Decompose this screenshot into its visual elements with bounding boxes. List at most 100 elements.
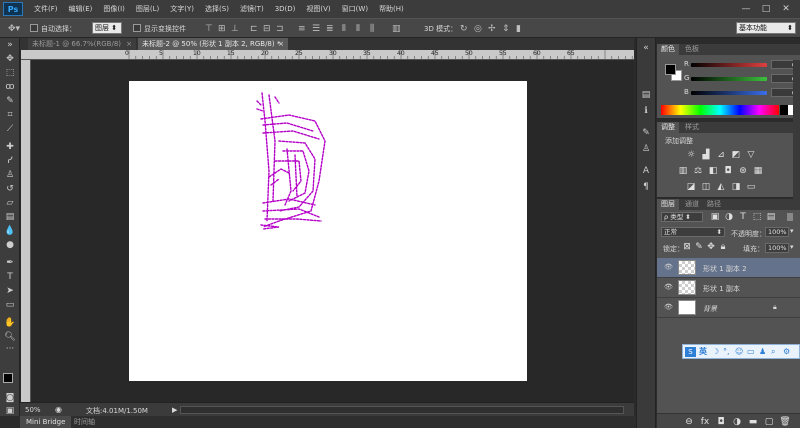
curves-icon[interactable]: ⊿ xyxy=(715,150,727,160)
distribute-vcenter-icon[interactable]: ☰ xyxy=(312,24,320,34)
minimize-button[interactable]: — xyxy=(738,3,754,15)
gradient-map-icon[interactable]: ▭ xyxy=(745,182,757,192)
align-vcenter-icon[interactable]: ⊞ xyxy=(218,24,226,34)
color-balance-icon[interactable]: ⚖ xyxy=(692,166,704,176)
align-bottom-icon[interactable]: ⊥ xyxy=(231,24,239,34)
screen-mode-icon[interactable]: ▣ xyxy=(3,406,17,417)
quick-mask-icon[interactable]: ◙ xyxy=(3,393,17,404)
menu-type[interactable]: 文字(Y) xyxy=(170,4,194,14)
3d-roll-icon[interactable]: ◎ xyxy=(474,24,482,34)
collapse-toolbox-icon[interactable]: » xyxy=(3,40,17,51)
properties-panel-icon[interactable]: ℹ xyxy=(639,106,653,117)
levels-icon[interactable]: ▟ xyxy=(700,150,712,160)
filter-pixel-icon[interactable]: ▣ xyxy=(709,212,721,222)
paragraph-panel-icon[interactable]: ¶ xyxy=(639,182,653,193)
eraser-tool-icon[interactable]: ▱ xyxy=(3,198,17,209)
show-transform-checkbox[interactable] xyxy=(133,24,141,32)
channel-g-slider[interactable] xyxy=(691,77,767,81)
collapse-panels-icon[interactable]: « xyxy=(639,43,653,54)
menu-help[interactable]: 帮助(H) xyxy=(379,4,404,14)
lock-position-icon[interactable]: ✥ xyxy=(705,242,717,252)
ime-skin-icon[interactable]: ♟ xyxy=(759,346,766,358)
maximize-button[interactable]: □ xyxy=(758,3,774,15)
more-tools-icon[interactable]: ··· xyxy=(3,344,17,355)
close-window-button[interactable]: ✕ xyxy=(778,3,794,15)
exposure-icon[interactable]: ◩ xyxy=(730,150,742,160)
layer-mask-icon[interactable]: ◘ xyxy=(715,417,727,427)
menu-filter[interactable]: 滤镜(T) xyxy=(240,4,264,14)
path-select-tool-icon[interactable]: ➤ xyxy=(3,286,17,297)
black-white-icon[interactable]: ◧ xyxy=(707,166,719,176)
character-panel-icon[interactable]: A xyxy=(639,166,653,177)
panel-scrollbar[interactable] xyxy=(793,60,800,200)
tab-channels[interactable]: 通道 xyxy=(681,199,703,210)
threshold-icon[interactable]: ◭ xyxy=(715,182,727,192)
filter-toggle[interactable] xyxy=(787,213,793,221)
blur-tool-icon[interactable]: 💧 xyxy=(3,226,17,237)
layer-filter-dropdown[interactable]: ρ 类型 ⬍ xyxy=(661,212,703,222)
opacity-arrow[interactable]: ▾ xyxy=(790,227,794,235)
workspace-dropdown[interactable]: 基本功能 ⬍ xyxy=(736,22,796,34)
move-tool-icon[interactable]: ✥▾ xyxy=(8,24,20,34)
align-top-icon[interactable]: ⊤ xyxy=(205,24,213,34)
tab-close-icon[interactable]: × xyxy=(278,38,284,50)
distribute-top-icon[interactable]: ≡ xyxy=(298,24,306,34)
lock-all-icon[interactable]: 🔒︎ xyxy=(717,242,729,252)
opacity-input[interactable]: 100% xyxy=(765,227,789,237)
menu-window[interactable]: 窗口(W) xyxy=(342,4,368,14)
layer-style-icon[interactable]: fx xyxy=(699,417,711,427)
foreground-color-swatch[interactable] xyxy=(3,373,13,383)
menu-layer[interactable]: 图层(L) xyxy=(136,4,159,14)
ime-logo[interactable]: S xyxy=(685,347,696,357)
blend-mode-dropdown[interactable]: 正常 ⬍ xyxy=(661,227,725,237)
filter-smart-object-icon[interactable]: ▤ xyxy=(765,212,777,222)
3d-slide-icon[interactable]: ⇕ xyxy=(502,24,510,34)
pen-tool-icon[interactable]: ✒ xyxy=(3,258,17,269)
zoom-tool-icon[interactable]: 🔍︎ xyxy=(3,332,17,343)
horizontal-scrollbar[interactable] xyxy=(180,406,624,414)
ime-settings-icon[interactable]: ⚙ xyxy=(783,346,790,358)
new-group-icon[interactable]: ▬ xyxy=(747,417,759,427)
ime-comma-icon[interactable]: °, xyxy=(723,346,730,358)
fill-input[interactable]: 100% xyxy=(765,243,789,253)
ime-emoji-icon[interactable]: ☺ xyxy=(735,346,743,358)
color-spectrum[interactable] xyxy=(661,105,779,115)
tab-mini-bridge[interactable]: Mini Bridge xyxy=(20,416,72,428)
visibility-eye-icon[interactable]: 👁︎ xyxy=(664,283,673,291)
spectrum-black[interactable] xyxy=(780,105,788,115)
tab-layers[interactable]: 图层 xyxy=(657,199,679,210)
hue-saturation-icon[interactable]: ▥ xyxy=(677,166,689,176)
visibility-eye-icon[interactable]: 👁︎ xyxy=(664,263,673,271)
type-tool-icon[interactable]: T xyxy=(3,272,17,283)
shape-tool-icon[interactable]: ▭ xyxy=(3,300,17,311)
channel-b-slider[interactable] xyxy=(691,91,767,95)
3d-pan-icon[interactable]: ✢ xyxy=(488,24,496,34)
auto-align-icon[interactable]: ▥ xyxy=(392,24,401,34)
filter-type-icon[interactable]: T xyxy=(737,212,749,222)
history-panel-icon[interactable]: ▤ xyxy=(639,90,653,101)
ime-language[interactable]: 英 xyxy=(699,346,707,358)
tab-document-1[interactable]: 未标题-1 @ 66.7%(RGB/8) × xyxy=(28,38,136,50)
align-hcenter-icon[interactable]: ⊟ xyxy=(263,24,271,34)
menu-image[interactable]: 图像(I) xyxy=(103,4,125,14)
menu-file[interactable]: 文件(F) xyxy=(34,4,58,14)
tab-document-2[interactable]: 未标题-2 @ 50% (形状 1 副本 2, RGB/8) * × xyxy=(138,38,288,50)
menu-edit[interactable]: 编辑(E) xyxy=(69,4,93,14)
distribute-left-icon[interactable]: ⫴ xyxy=(342,24,346,34)
filter-shape-icon[interactable]: ⬚ xyxy=(751,212,763,222)
align-left-icon[interactable]: ⊏ xyxy=(250,24,258,34)
lock-pixels-icon[interactable]: ✎ xyxy=(693,242,705,252)
layer-row-background[interactable]: 👁︎ 背景 🔒︎ xyxy=(657,298,800,318)
status-icon[interactable]: ◉ xyxy=(55,405,62,414)
filter-adjustment-icon[interactable]: ◑ xyxy=(723,212,735,222)
dodge-tool-icon[interactable]: ● xyxy=(3,240,17,251)
distribute-hcenter-icon[interactable]: ⦀ xyxy=(356,24,360,34)
zoom-level[interactable]: 50% xyxy=(25,406,41,414)
layer-row-shape-copy-2[interactable]: 👁︎ 形状 1 副本 2 xyxy=(657,258,800,278)
ime-search-icon[interactable]: ⌕ xyxy=(771,346,775,358)
menu-select[interactable]: 选择(S) xyxy=(205,4,229,14)
delete-layer-icon[interactable]: 🗑︎ xyxy=(779,417,791,427)
menu-3d[interactable]: 3D(D) xyxy=(275,5,296,13)
fill-arrow[interactable]: ▾ xyxy=(790,243,794,251)
tab-paths[interactable]: 路径 xyxy=(703,199,725,210)
